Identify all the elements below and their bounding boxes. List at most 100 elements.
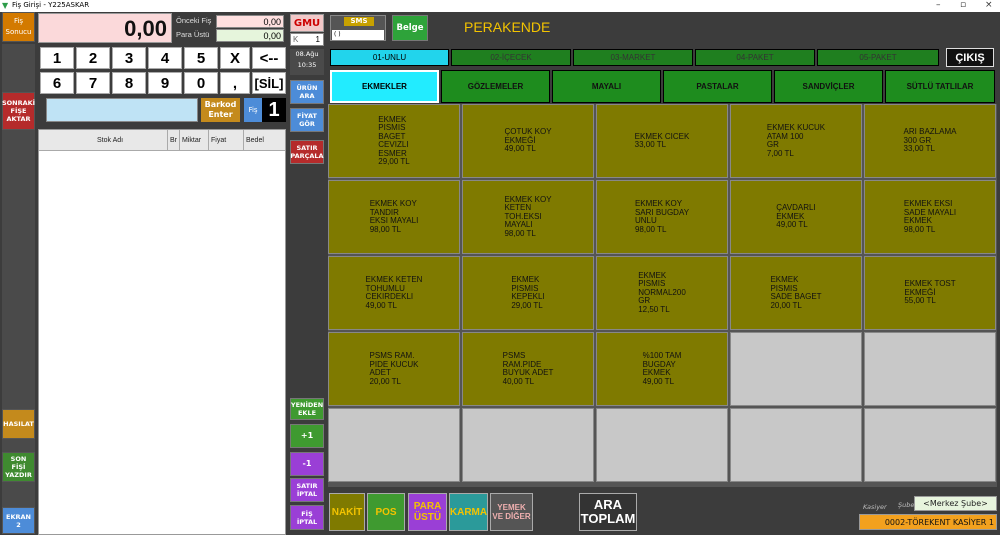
category-tab-paket-04[interactable]: 04-PAKET — [695, 49, 815, 66]
key-7[interactable]: 7 — [76, 72, 110, 94]
category-tab-unlu[interactable]: 01-UNLU — [330, 49, 449, 66]
ekran-button[interactable]: EKRAN 2 — [2, 507, 35, 534]
product-button[interactable]: EKMEK CICEK 33,00 TL — [596, 104, 728, 178]
fis-sonucu-button[interactable]: Fiş Sonucu — [2, 12, 35, 42]
product-button[interactable]: ARI BAZLAMA 300 GR 33,00 TL — [864, 104, 996, 178]
sube-label: Şube — [898, 501, 915, 509]
product-button[interactable]: EKMEK PISMIS BAGET CEVIZLI ESMER 29,00 TL — [328, 104, 460, 178]
satir-iptal-button[interactable]: SATIR İPTAL — [290, 478, 324, 502]
fis-iptal-button[interactable]: FİŞ İPTAL — [290, 505, 324, 530]
key-8[interactable]: 8 — [112, 72, 146, 94]
col-br[interactable]: Br — [170, 137, 177, 144]
key-6[interactable]: 6 — [40, 72, 74, 94]
empty-product-slot[interactable] — [730, 332, 862, 406]
col-miktar[interactable]: Miktar — [182, 137, 201, 144]
para-ustu-value: 0,00 — [216, 29, 284, 42]
product-button[interactable]: PSMS RAM.PIDE BUYUK ADET 40,00 TL — [462, 332, 594, 406]
key-4[interactable]: 4 — [148, 47, 182, 69]
product-button[interactable]: PSMS RAM. PIDE KUCUK ADET 20,00 TL — [328, 332, 460, 406]
empty-product-slot[interactable] — [730, 408, 862, 482]
product-button[interactable]: EKMEK KOY KETEN TOH.EKSI MAYALI 98,00 TL — [462, 180, 594, 254]
belge-button[interactable]: Belge — [392, 15, 428, 41]
subcategory-tab-pastalar[interactable]: PASTALAR — [663, 70, 772, 103]
key-5[interactable]: 5 — [184, 47, 218, 69]
product-button[interactable]: EKMEK TOST EKMEĞİ 55,00 TL — [864, 256, 996, 330]
empty-product-slot[interactable] — [596, 408, 728, 482]
app-window: Fiş Sonucu SONRAKİ FİŞE AKTAR HASILAT SO… — [0, 12, 1000, 535]
product-button[interactable]: EKMEK KETEN TOHUMLU CEKIRDEKLI 49,00 TL — [328, 256, 460, 330]
product-button[interactable]: ÇAVDARLI EKMEK 49,00 TL — [730, 180, 862, 254]
key-0[interactable]: 0 — [184, 72, 218, 94]
minimize-icon[interactable]: – — [936, 0, 941, 11]
receipt-table[interactable]: Stok Adı Br Miktar Fiyat Bedel — [38, 129, 286, 535]
son-fisi-yazdir-button[interactable]: SON FİŞİ YAZDIR — [2, 452, 35, 482]
fiyat-gor-button[interactable]: FİYAT GÖR — [290, 108, 324, 132]
k-field[interactable]: K 1 — [290, 33, 324, 46]
onceki-fis-label: Önceki Fiş — [176, 16, 212, 25]
product-button[interactable]: EKMEK EKSI SADE MAYALI EKMEK 98,00 TL — [864, 180, 996, 254]
window-title: Fiş Girişi - Y225ASKAR — [12, 1, 90, 9]
sms-input[interactable]: ( ) — [332, 30, 384, 40]
empty-product-slot[interactable] — [462, 408, 594, 482]
urun-ara-button[interactable]: ÜRÜN ARA — [290, 80, 324, 104]
product-button[interactable]: EKMEK PISMIS SADE BAGET 20,00 TL — [730, 256, 862, 330]
date-display: 08.Ağu 10:35 — [290, 49, 324, 75]
time-text: 10:35 — [297, 61, 317, 69]
key-3[interactable]: 3 — [112, 47, 146, 69]
empty-product-slot[interactable] — [328, 408, 460, 482]
subcategory-tab-sutlu-tatlilar[interactable]: SÜTLÜ TATLILAR — [885, 70, 995, 103]
satir-parcala-button[interactable]: SATIR PARÇALA — [290, 140, 324, 164]
maximize-icon[interactable]: ▫ — [960, 0, 966, 11]
minus-one-button[interactable]: -1 — [290, 452, 324, 476]
product-button[interactable]: EKMEK KUCUK ATAM 100 GR 7,00 TL — [730, 104, 862, 178]
cikis-button[interactable]: ÇIKIŞ — [946, 48, 994, 67]
col-bedel[interactable]: Bedel — [246, 137, 264, 144]
sms-box[interactable]: SMS ( ) — [330, 15, 386, 41]
hasilat-button[interactable]: HASILAT — [2, 409, 35, 439]
key-multiply[interactable]: X — [220, 47, 250, 69]
mode-title: PERAKENDE — [464, 19, 551, 35]
para-ustu-button[interactable]: PARA ÜSTÜ — [408, 493, 447, 531]
col-stok-adi[interactable]: Stok Adı — [97, 137, 123, 144]
product-button[interactable]: ÇOTUK KOY EKMEĞİ 49,00 TL — [462, 104, 594, 178]
key-1[interactable]: 1 — [40, 47, 74, 69]
col-fiyat[interactable]: Fiyat — [211, 137, 226, 144]
kasiyer-value: 0002-TÖREKENT KASİYER 1 — [859, 514, 997, 530]
category-tab-market[interactable]: 03-MARKET — [573, 49, 693, 66]
plus-one-button[interactable]: +1 — [290, 424, 324, 448]
category-tab-paket-05[interactable]: 05-PAKET — [817, 49, 939, 66]
nakit-button[interactable]: NAKİT — [329, 493, 365, 531]
yemek-ve-diger-button[interactable]: YEMEK VE DİĞER — [490, 493, 533, 531]
key-comma[interactable]: , — [220, 72, 250, 94]
sonraki-fise-aktar-button[interactable]: SONRAKİ FİŞE AKTAR — [2, 92, 35, 130]
subcategory-tab-ekmekler[interactable]: EKMEKLER — [330, 70, 439, 103]
product-button[interactable]: EKMEK KOY SARI BUGDAY UNLU 98,00 TL — [596, 180, 728, 254]
subcategory-tab-gozlemeler[interactable]: GÖZLEMELER — [441, 70, 550, 103]
close-icon[interactable]: × — [985, 0, 993, 11]
product-button[interactable]: EKMEK PISMIS KEPEKLI 29,00 TL — [462, 256, 594, 330]
product-button[interactable]: EKMEK PISMIS NORMAL200 GR 12,50 TL — [596, 256, 728, 330]
empty-product-slot[interactable] — [864, 332, 996, 406]
product-button[interactable]: EKMEK KOY TANDIR EKSI MAYALI 98,00 TL — [328, 180, 460, 254]
ara-toplam-button[interactable]: ARA TOPLAM — [579, 493, 637, 531]
barcode-input[interactable] — [46, 98, 198, 122]
receipt-header: Stok Adı Br Miktar Fiyat Bedel — [39, 130, 285, 151]
key-sil[interactable]: [SİL] — [252, 72, 286, 94]
yeniden-ekle-button[interactable]: YENİDEN EKLE — [290, 398, 324, 420]
barkod-enter-button[interactable]: Barkod Enter — [201, 98, 240, 122]
k-value: 1 — [315, 35, 320, 44]
subcategory-tab-sandvicler[interactable]: SANDVİÇLER — [774, 70, 883, 103]
key-2[interactable]: 2 — [76, 47, 110, 69]
category-tab-icecek[interactable]: 02-İÇECEK — [451, 49, 571, 66]
fis-label: Fiş — [244, 98, 262, 122]
key-9[interactable]: 9 — [148, 72, 182, 94]
product-button[interactable]: %100 TAM BUGDAY EKMEK 49,00 TL — [596, 332, 728, 406]
karma-button[interactable]: KARMA — [449, 493, 488, 531]
subcategory-tab-mayali[interactable]: MAYALI — [552, 70, 661, 103]
sms-label: SMS — [344, 17, 374, 26]
key-backspace[interactable]: <-- — [252, 47, 286, 69]
pos-button[interactable]: POS — [367, 493, 405, 531]
onceki-fis-value: 0,00 — [216, 15, 284, 28]
gmu-button[interactable]: GMU — [290, 14, 324, 32]
empty-product-slot[interactable] — [864, 408, 996, 482]
